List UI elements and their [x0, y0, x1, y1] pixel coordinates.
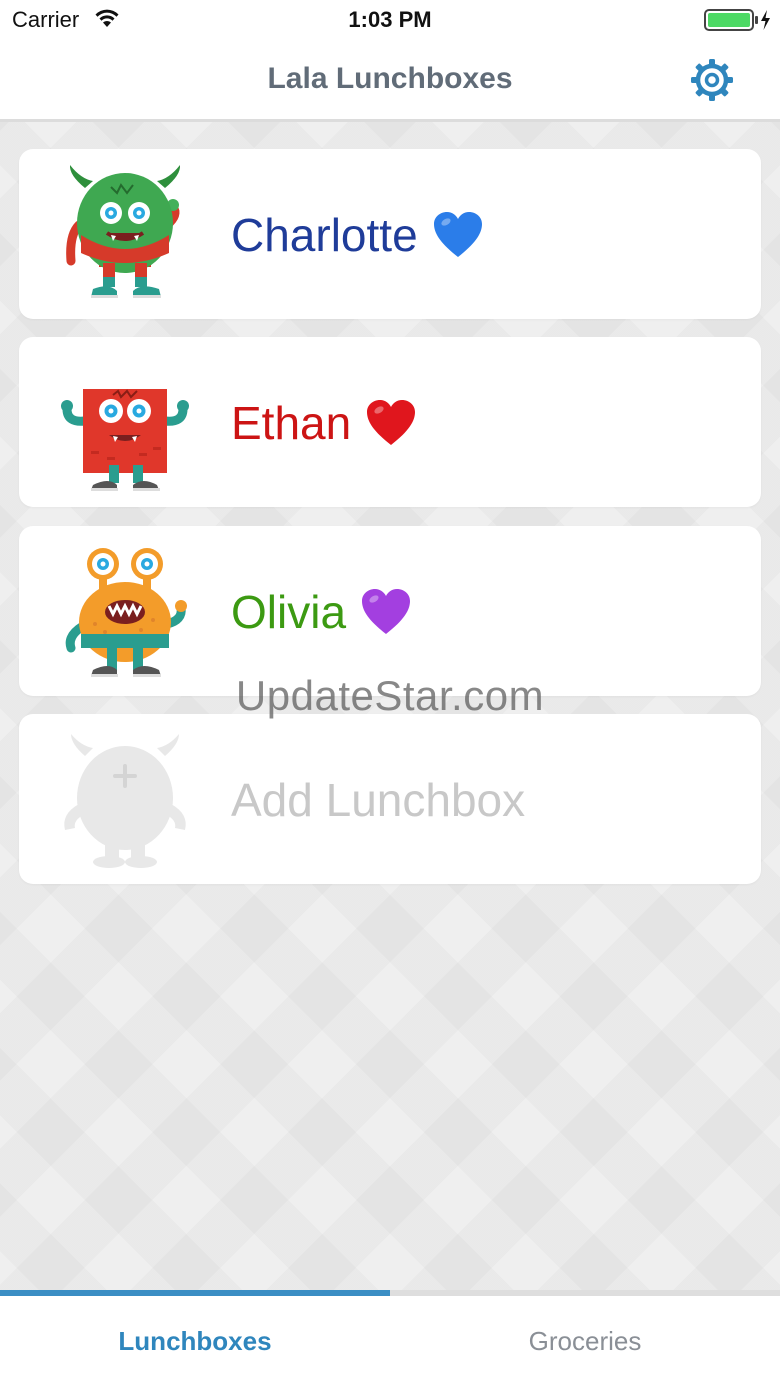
red-heart-icon: [367, 400, 416, 445]
lunchbox-name: Charlotte: [231, 209, 418, 261]
lunchbox-name: Olivia: [231, 586, 347, 638]
add-monster-icon: [64, 734, 186, 868]
add-lunchbox-card[interactable]: Add Lunchbox: [19, 714, 761, 884]
lunchbox-label: Ethan: [231, 393, 417, 453]
lunchbox-label: Charlotte: [231, 205, 484, 265]
settings-button[interactable]: [688, 56, 736, 104]
green-monster-icon: [66, 165, 181, 298]
page-title: Lala Lunchboxes: [267, 62, 513, 95]
purple-heart-icon: [362, 589, 411, 634]
lunchbox-card-olivia[interactable]: Olivia: [19, 526, 761, 696]
lunchbox-name: Ethan: [231, 397, 352, 449]
status-bar: Carrier 1:03 PM: [0, 0, 780, 40]
blue-heart-icon: [433, 212, 482, 257]
add-lunchbox-label: Add Lunchbox: [231, 774, 526, 826]
status-time: 1:03 PM: [348, 7, 432, 32]
orange-monster-icon: [65, 548, 187, 677]
tab-bar: Lunchboxes Groceries: [0, 1290, 780, 1387]
lunchbox-label: Olivia: [231, 582, 412, 642]
lunchbox-card-charlotte[interactable]: Charlotte: [19, 149, 761, 319]
tab-lunchboxes[interactable]: Lunchboxes: [0, 1296, 390, 1387]
red-square-monster-icon: [61, 389, 189, 491]
nav-bar: Lala Lunchboxes: [0, 40, 780, 122]
battery-charging-icon: [704, 9, 770, 31]
tab-groceries[interactable]: Groceries: [390, 1296, 780, 1387]
lunchbox-card-ethan[interactable]: Ethan: [19, 337, 761, 507]
watermark: UpdateStar.com: [235, 672, 545, 719]
gear-icon: [691, 59, 733, 101]
add-lunchbox-label-wrap: Add Lunchbox: [231, 770, 525, 830]
